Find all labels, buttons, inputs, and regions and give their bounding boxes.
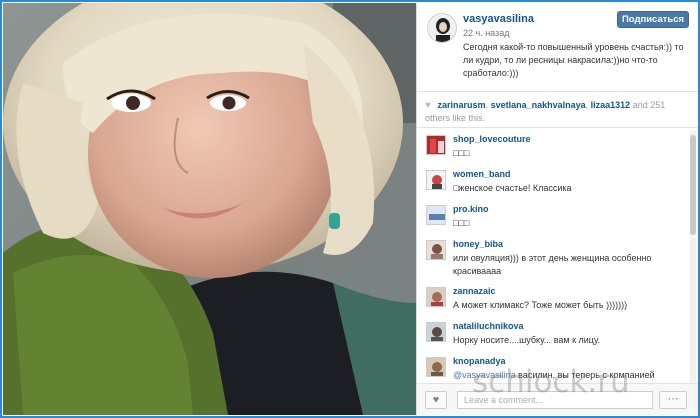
commenter-avatar[interactable] xyxy=(426,240,446,260)
comment-list[interactable]: shop_lovecouture □□□ women_band □женское… xyxy=(417,131,688,383)
divider xyxy=(417,91,698,92)
author-avatar-image xyxy=(428,14,456,42)
comment-text: □женское счастье! Классика xyxy=(453,183,572,193)
commenter-avatar[interactable] xyxy=(426,170,446,190)
like-button[interactable]: ♥ xyxy=(425,391,447,409)
scrollbar-thumb[interactable] xyxy=(690,135,696,235)
liker-name[interactable]: svetlana_nakhvalnaya xyxy=(491,100,586,110)
commenter-username[interactable]: shop_lovecouture xyxy=(453,134,531,144)
commenter-avatar-image xyxy=(427,136,445,154)
comment-text: Норку носите....шубку... вам к лицу. xyxy=(453,335,601,345)
post-photo[interactable] xyxy=(3,3,416,415)
heart-icon: ♥ xyxy=(425,100,431,111)
commenter-avatar[interactable] xyxy=(426,287,446,307)
commenter-username[interactable]: honey_biba xyxy=(453,239,503,249)
likes-count: 251 xyxy=(650,100,666,110)
commenter-avatar-image xyxy=(427,241,445,259)
comment-item: honey_biba или овуляция))) в этот день ж… xyxy=(417,236,688,283)
commenter-username[interactable]: women_band xyxy=(453,169,511,179)
commenter-username[interactable]: nataliluchnikova xyxy=(453,321,524,331)
ellipsis-icon: ⋯ xyxy=(667,393,679,405)
comment-text: или овуляция))) в этот день женщина особ… xyxy=(453,253,652,276)
liker-name[interactable]: zarinarusm xyxy=(438,100,486,110)
commenter-avatar-image xyxy=(427,288,445,306)
comment-text: □□□ xyxy=(453,218,470,228)
comment-item: nataliluchnikova Норку носите....шубку..… xyxy=(417,318,688,353)
more-options-button[interactable]: ⋯ xyxy=(659,391,687,409)
commenter-username[interactable]: zannazaic xyxy=(453,286,496,296)
commenter-avatar[interactable] xyxy=(426,322,446,342)
comment-item: shop_lovecouture □□□ xyxy=(417,131,688,166)
comment-text: А может климакс? Тоже может быть ))))))) xyxy=(453,300,628,310)
comment-item: zannazaic А может климакс? Тоже может бы… xyxy=(417,283,688,318)
commenter-avatar[interactable] xyxy=(426,135,446,155)
heart-icon: ♥ xyxy=(432,394,440,406)
commenter-avatar[interactable] xyxy=(426,205,446,225)
commenter-avatar-image xyxy=(427,171,445,189)
comment-text: □□□ xyxy=(453,148,470,158)
comment-item: women_band □женское счастье! Классика xyxy=(417,166,688,201)
author-avatar[interactable] xyxy=(427,13,457,43)
divider xyxy=(417,127,698,128)
follow-button[interactable]: Подписаться xyxy=(617,11,689,28)
comments-scrollbar[interactable] xyxy=(690,131,696,383)
photo-image xyxy=(3,3,416,415)
commenter-avatar-image xyxy=(427,358,445,376)
commenter-avatar[interactable] xyxy=(426,357,446,377)
commenter-avatar-image xyxy=(427,206,445,224)
commenter-username[interactable]: pro.kino xyxy=(453,204,489,214)
likes-and: and xyxy=(630,100,651,110)
comment-item: pro.kino □□□ xyxy=(417,201,688,236)
watermark: schlock.ru xyxy=(472,364,630,400)
post-caption: Сегодня какой-то повышенный уровень счас… xyxy=(463,42,684,78)
post-timestamp: 22 ч. назад xyxy=(463,28,510,38)
commenter-avatar-image xyxy=(427,323,445,341)
liker-name[interactable]: lizaa1312 xyxy=(591,100,631,110)
likes-suffix: others like this. xyxy=(425,113,486,123)
post-sidebar: vasyavasilina 22 ч. назад Подписаться Се… xyxy=(416,3,698,415)
likes-summary: ♥ zarinarusm, svetlana_nakhvalnaya, liza… xyxy=(425,99,691,125)
author-username[interactable]: vasyavasilina xyxy=(463,13,534,25)
